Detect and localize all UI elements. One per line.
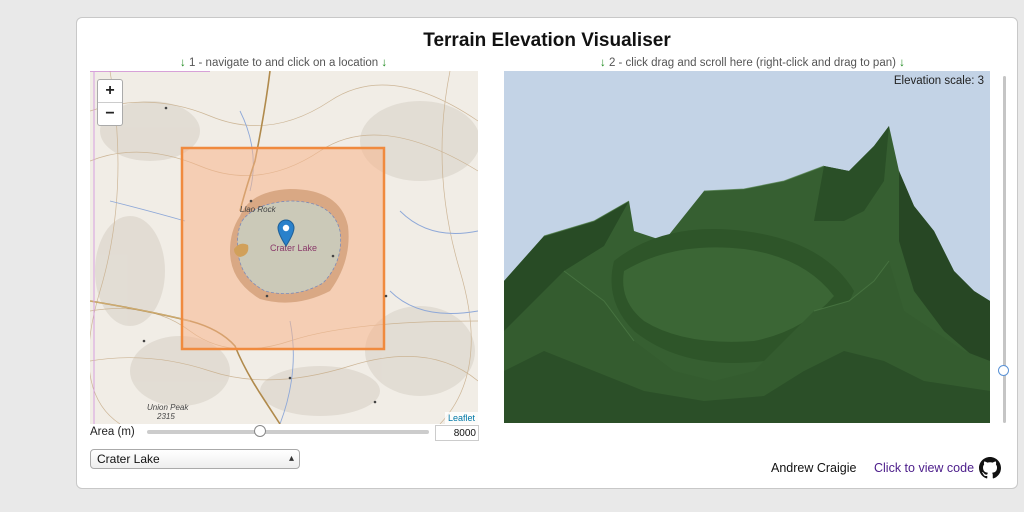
terrain-mesh [504,126,990,423]
map-marker-icon[interactable] [277,219,295,247]
down-arrow-icon: ↓ [381,57,388,69]
leaflet-attribution-link[interactable]: Leaflet [444,412,478,424]
elevation-scale-readout: Elevation scale: 3 [893,75,984,87]
select-arrows-icon: ▴ [288,453,294,464]
location-select-value: Crater Lake [97,452,160,466]
zoom-control: + − [97,79,123,126]
area-slider[interactable] [147,425,429,437]
zoom-in-button[interactable]: + [98,80,122,102]
area-label: Area (m) [90,426,135,438]
github-icon[interactable] [979,457,1001,479]
zoom-out-button[interactable]: − [98,102,122,125]
down-arrow-icon: ↓ [899,57,905,69]
terrain-3d-viewer[interactable]: Elevation scale: 3 [504,71,990,423]
author-name: Andrew Craigie [771,461,857,475]
page-title: Terrain Elevation Visualiser [423,30,671,51]
step1-hint: ↓ 1 - navigate to and click on a locatio… [180,57,387,69]
step2-hint-text: 2 - click drag and scroll here (right-cl… [605,57,900,69]
location-select[interactable]: Crater Lake ▴ [90,449,300,469]
elevation-scale-slider[interactable] [998,76,1009,423]
union-peak-label: Union Peak [147,403,189,412]
app-card: Terrain Elevation Visualiser ↓ 1 - navig… [76,17,1018,489]
llao-rock-label: Llao Rock [240,205,276,214]
area-slider-thumb[interactable] [253,425,266,437]
union-peak-elevation: 2315 [157,412,175,421]
step2-hint: ↓ 2 - click drag and scroll here (right-… [600,57,905,69]
step1-hint-text: 1 - navigate to and click on a location [185,57,382,69]
area-input[interactable] [435,425,479,441]
view-code-link[interactable]: Click to view code [874,461,974,475]
map[interactable]: + − Llao Rock Union Peak 2315 Crater Lak… [90,71,478,424]
elevation-scale-thumb[interactable] [998,364,1009,376]
